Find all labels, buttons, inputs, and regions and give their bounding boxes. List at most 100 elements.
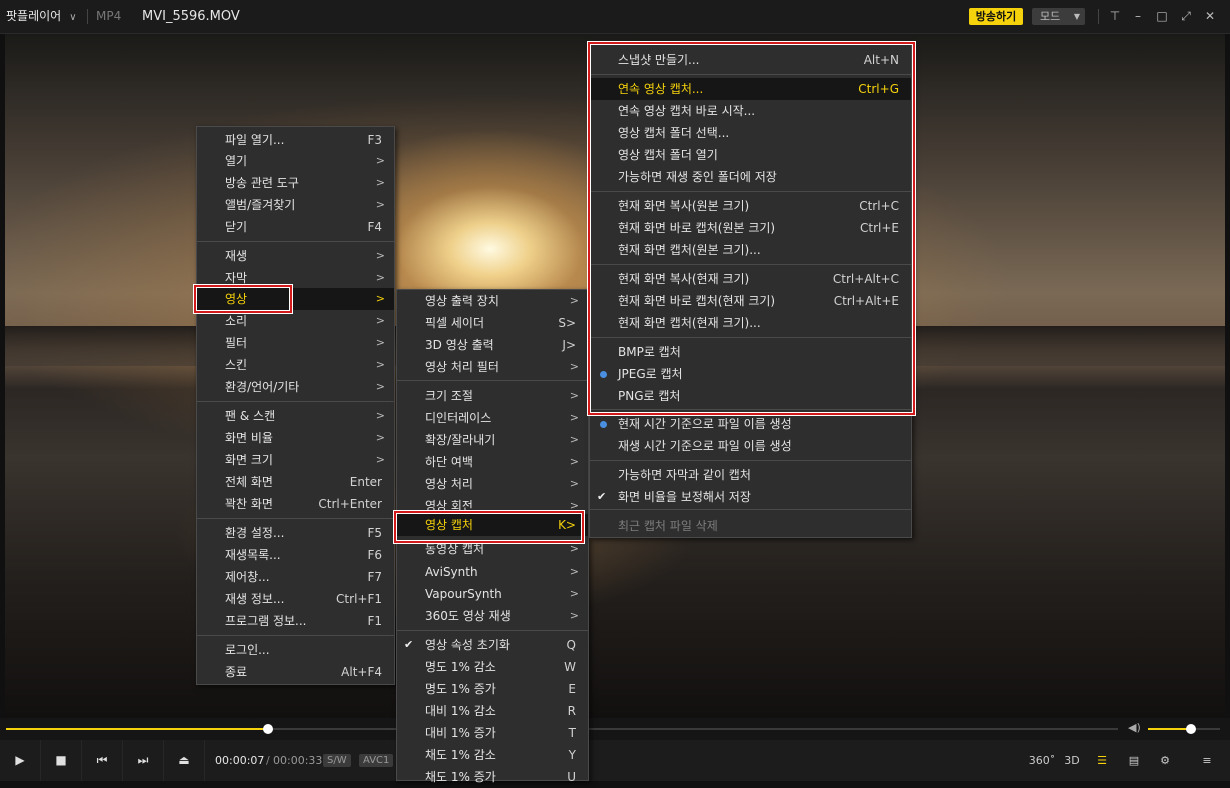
- app-menu-button[interactable]: 팟플레이어 ∨: [6, 0, 77, 33]
- menu-item[interactable]: 환경 설정... F5: [197, 522, 394, 544]
- menu-item[interactable]: VapourSynth >: [397, 583, 588, 605]
- seek-handle[interactable]: [263, 724, 274, 734]
- menu-item[interactable]: 전체 화면 Enter: [197, 471, 394, 493]
- menu-item-label: 방송 관련 도구: [225, 176, 299, 190]
- menu-item[interactable]: 재생목록... F6: [197, 544, 394, 566]
- menu-item[interactable]: BMP로 캡처: [590, 341, 911, 363]
- submenu-arrow-icon: >: [375, 198, 385, 211]
- menu-item[interactable]: 방송 관련 도구 >: [197, 172, 394, 194]
- volume-icon[interactable]: ◀): [1128, 721, 1141, 734]
- fullscreen-icon[interactable]: ⤢: [1178, 8, 1194, 24]
- menu-item[interactable]: 스냅샷 만들기... Alt+N: [590, 49, 911, 71]
- gear-icon[interactable]: ⚙: [1151, 740, 1179, 781]
- menu-item[interactable]: 현재 시간 기준으로 파일 이름 생성: [590, 413, 911, 435]
- menu-item[interactable]: 프로그램 정보... F1: [197, 610, 394, 632]
- menu-item[interactable]: 닫기 F4: [197, 216, 394, 238]
- menu-item[interactable]: 크기 조절 >: [397, 385, 588, 407]
- seek-bar[interactable]: ◀): [0, 718, 1230, 740]
- menu-item[interactable]: 재생 정보... Ctrl+F1: [197, 588, 394, 610]
- eject-icon[interactable]: ⏏: [164, 740, 205, 781]
- menu-item[interactable]: 영상 처리 필터 >: [397, 356, 588, 378]
- menu-item[interactable]: 현재 화면 캡처(현재 크기)...: [590, 312, 911, 334]
- menu-item[interactable]: ✔ 화면 비율을 보정해서 저장: [590, 486, 911, 508]
- menu-item[interactable]: 현재 화면 복사(현재 크기) Ctrl+Alt+C: [590, 268, 911, 290]
- menu-item[interactable]: JPEG로 캡처: [590, 363, 911, 385]
- menu-item[interactable]: 영상 출력 장치 >: [397, 290, 588, 312]
- stop-icon[interactable]: ■: [41, 740, 82, 781]
- menu-item-label: 제어창...: [225, 570, 270, 584]
- menu-item[interactable]: 영상 캡처 K>: [397, 514, 588, 536]
- radio-selected-icon: [600, 421, 607, 428]
- menu-item-label: 환경/언어/기타: [225, 380, 300, 394]
- menu-item[interactable]: 현재 화면 복사(원본 크기) Ctrl+C: [590, 195, 911, 217]
- menu-icon[interactable]: ≡: [1193, 740, 1221, 781]
- menu-item[interactable]: 채도 1% 감소 Y: [397, 744, 588, 766]
- menu-item[interactable]: 가능하면 재생 중인 폴더에 저장: [590, 166, 911, 188]
- volume-slider[interactable]: [1148, 724, 1220, 734]
- menu-item[interactable]: 종료 Alt+F4: [197, 661, 394, 683]
- menu-item[interactable]: 영상 처리 >: [397, 473, 588, 495]
- menu-item[interactable]: 영상 >: [197, 288, 394, 310]
- playlist-icon[interactable]: ▤: [1120, 740, 1148, 781]
- broadcast-button[interactable]: 방송하기: [969, 8, 1023, 25]
- codec-badge[interactable]: AVC1: [359, 754, 394, 767]
- menu-item[interactable]: 앨범/즐겨찾기 >: [197, 194, 394, 216]
- menu-item[interactable]: 가능하면 자막과 같이 캡처: [590, 464, 911, 486]
- menu-item[interactable]: 명도 1% 증가 E: [397, 678, 588, 700]
- menu-item[interactable]: 팬 & 스캔 >: [197, 405, 394, 427]
- menu-item[interactable]: 현재 화면 바로 캡처(원본 크기) Ctrl+E: [590, 217, 911, 239]
- menu-item[interactable]: 연속 영상 캡처... Ctrl+G: [590, 78, 911, 100]
- menu-item[interactable]: AviSynth >: [397, 561, 588, 583]
- menu-item[interactable]: 재생 >: [197, 245, 394, 267]
- menu-item[interactable]: 현재 화면 캡처(원본 크기)...: [590, 239, 911, 261]
- play-icon[interactable]: ▶: [0, 740, 41, 781]
- vr-360-button[interactable]: 360˚: [1028, 740, 1056, 781]
- menu-item[interactable]: 현재 화면 바로 캡처(현재 크기) Ctrl+Alt+E: [590, 290, 911, 312]
- minimize-icon[interactable]: –: [1130, 8, 1146, 24]
- menu-item[interactable]: 확장/잘라내기 >: [397, 429, 588, 451]
- menu-item[interactable]: 꽉찬 화면 Ctrl+Enter: [197, 493, 394, 515]
- current-time[interactable]: 00:00:07: [215, 740, 264, 781]
- menu-item[interactable]: 대비 1% 증가 T: [397, 722, 588, 744]
- menu-item[interactable]: 3D 영상 출력 J>: [397, 334, 588, 356]
- menu-item[interactable]: 환경/언어/기타 >: [197, 376, 394, 398]
- menu-item[interactable]: 소리 >: [197, 310, 394, 332]
- menu-item[interactable]: 디인터레이스 >: [397, 407, 588, 429]
- next-icon[interactable]: ⏭: [123, 740, 164, 781]
- menu-item-label: 영상 캡처 폴더 선택...: [618, 126, 730, 140]
- volume-handle[interactable]: [1186, 724, 1197, 734]
- menu-item[interactable]: 동영상 캡처 >: [397, 538, 588, 560]
- menu-item[interactable]: 열기 >: [197, 150, 394, 172]
- menu-item[interactable]: 영상 캡처 폴더 선택...: [590, 122, 911, 144]
- maximize-icon[interactable]: □: [1154, 8, 1170, 24]
- menu-item[interactable]: 자막 >: [197, 267, 394, 289]
- menu-item[interactable]: 화면 크기 >: [197, 449, 394, 471]
- menu-item[interactable]: 픽셀 세이더 S>: [397, 312, 588, 334]
- menu-item[interactable]: 로그인...: [197, 639, 394, 661]
- menu-item[interactable]: 스킨 >: [197, 354, 394, 376]
- menu-item[interactable]: 360도 영상 재생 >: [397, 605, 588, 627]
- previous-icon[interactable]: ⏮: [82, 740, 123, 781]
- menu-item[interactable]: 대비 1% 감소 R: [397, 700, 588, 722]
- menu-item[interactable]: 영상 캡처 폴더 열기: [590, 144, 911, 166]
- 3d-button[interactable]: 3D: [1058, 740, 1086, 781]
- menu-item[interactable]: ✔ 영상 속성 초기화 Q: [397, 634, 588, 656]
- menu-item-shortcut: Ctrl+E: [860, 221, 899, 235]
- decoder-badge[interactable]: S/W: [323, 754, 351, 767]
- menu-item[interactable]: 파일 열기... F3: [197, 129, 394, 151]
- submenu-arrow-icon: >: [569, 609, 579, 622]
- playlist-search-icon[interactable]: ☰: [1088, 740, 1116, 781]
- menu-item[interactable]: 연속 영상 캡처 바로 시작...: [590, 100, 911, 122]
- total-time[interactable]: 00:00:33: [273, 740, 322, 781]
- menu-item[interactable]: 채도 1% 증가 U: [397, 766, 588, 788]
- menu-item[interactable]: PNG로 캡처: [590, 385, 911, 407]
- mode-button[interactable]: 모드 ▼: [1032, 8, 1085, 25]
- menu-item[interactable]: 하단 여백 >: [397, 451, 588, 473]
- menu-item[interactable]: 재생 시간 기준으로 파일 이름 생성: [590, 435, 911, 457]
- menu-item[interactable]: 제어창... F7: [197, 566, 394, 588]
- close-icon[interactable]: ✕: [1202, 8, 1218, 24]
- pin-icon[interactable]: ⊤: [1107, 8, 1123, 24]
- menu-item[interactable]: 필터 >: [197, 332, 394, 354]
- menu-item[interactable]: 화면 비율 >: [197, 427, 394, 449]
- menu-item[interactable]: 명도 1% 감소 W: [397, 656, 588, 678]
